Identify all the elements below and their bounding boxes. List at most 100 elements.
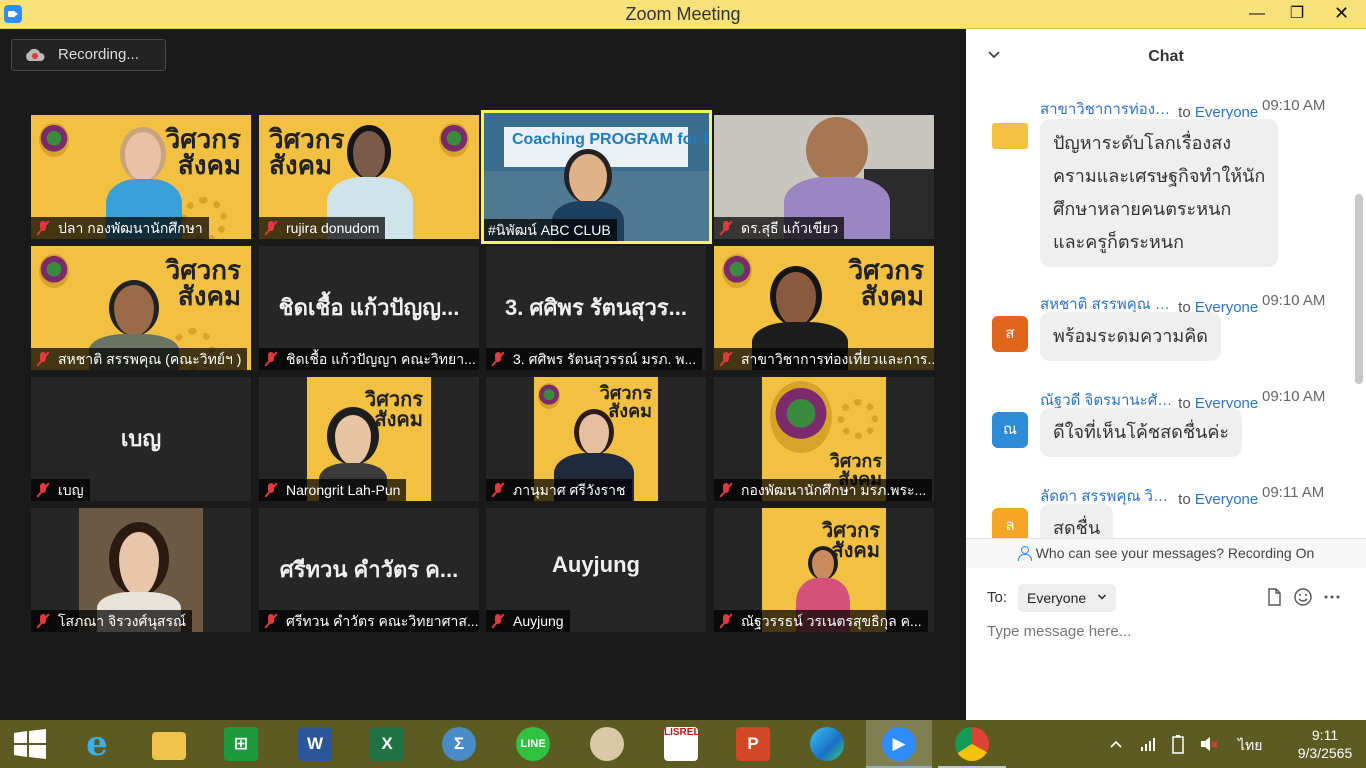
chat-message-list[interactable]: สาขาวิชาการท่องเที่ย... to Everyone 09:1…	[966, 85, 1366, 538]
video-tile[interactable]: ดร.สุธี แก้วเขียว	[714, 115, 934, 239]
video-tile[interactable]: วิศวกร สังคม สหชาติ สรรพคุณ (คณะวิทย์ฯ )	[31, 246, 251, 370]
video-tile[interactable]: เบญ เบญ	[31, 377, 251, 501]
clock-time: 9:11	[1311, 727, 1339, 743]
message-bubble: สดชื่น	[1040, 504, 1114, 538]
maximize-button[interactable]: ❐	[1277, 0, 1317, 29]
line-app[interactable]: LINE	[502, 720, 562, 768]
participant-name: Auyjung	[486, 610, 570, 632]
message-time: 09:10 AM	[1262, 292, 1326, 309]
chevron-down-icon	[1098, 594, 1107, 600]
mic-muted-icon	[718, 482, 734, 498]
participant-name: สหชาติ สรรพคุณ (คณะวิทย์ฯ )	[31, 348, 248, 370]
chevron-up-icon[interactable]	[1110, 740, 1122, 748]
mic-muted-icon	[490, 351, 506, 367]
video-tile[interactable]: 3. ศศิพร รัตนสุวร... 3. ศศิพร รัตนสุวรรณ…	[486, 246, 706, 370]
participant-name: rujira donudom	[259, 217, 386, 239]
chat-title: Chat	[1148, 48, 1184, 65]
video-gallery: Recording... วิศวกร สังคม ปลา กองพัฒนานัก…	[0, 29, 966, 720]
participant-name: กองพัฒนานักศึกษา มรภ.พระ...	[714, 479, 933, 501]
store-app[interactable]: ⊞	[210, 720, 270, 768]
powerpoint-app[interactable]: P	[722, 720, 782, 768]
video-tile[interactable]: ชิดเชื้อ แก้วปัญญ... ชิดเชื้อ แก้วปัญญา …	[259, 246, 479, 370]
message-input[interactable]: Type message here...	[987, 623, 1131, 640]
emoji-icon[interactable]	[1293, 587, 1313, 607]
scrollbar-thumb[interactable]	[1355, 194, 1363, 384]
participant-name: ณัฐวรรธน์ วรเนตรสุขธิกุล ค...	[714, 610, 928, 632]
file-icon[interactable]	[1264, 587, 1284, 607]
message-sender: สาขาวิชาการท่องเที่ย...	[1040, 101, 1174, 118]
mic-muted-icon	[35, 482, 51, 498]
participant-name: 3. ศศิพร รัตนสุวรรณ์ มรภ. พ...	[486, 348, 703, 370]
video-tile[interactable]: วิศวกร สังคม ภานุมาศ ศรีวังราช	[486, 377, 706, 501]
chat-header: Chat	[966, 29, 1366, 85]
video-tile[interactable]: วิศวกร สังคม ปลา กองพัฒนานักศึกษา	[31, 115, 251, 239]
recording-indicator[interactable]: Recording...	[11, 39, 166, 71]
tile-banner-text: วิศวกรสังคม	[165, 256, 241, 312]
participant-name: โสภณา จิรวงศ์นุสรณ์	[31, 610, 192, 632]
mic-muted-icon	[263, 613, 279, 629]
cloud-recording-icon	[26, 48, 45, 61]
file-explorer-app[interactable]	[138, 720, 198, 768]
zoom-app[interactable]: ▶	[866, 720, 932, 768]
windows-icon	[14, 729, 46, 759]
math-input-app[interactable]: Σ	[428, 720, 488, 768]
recipient-dropdown[interactable]: Everyone	[1018, 584, 1117, 612]
avatar: ล	[992, 508, 1028, 538]
start-button[interactable]	[0, 720, 60, 768]
video-tile[interactable]: วิศวกร สังคม ณัฐวรรธน์ วรเนตรสุขธิกุล ค..…	[714, 508, 934, 632]
mic-muted-icon	[718, 220, 734, 236]
minimize-button[interactable]: —	[1237, 0, 1277, 29]
mic-muted-icon	[718, 351, 734, 367]
volume-muted-icon[interactable]	[1200, 736, 1218, 752]
message-time: 09:10 AM	[1262, 388, 1326, 405]
participant-display-name: 3. ศศิพร รัตนสุวร...	[505, 295, 687, 320]
zoom-icon: ▶	[882, 727, 916, 761]
chat-scrollbar[interactable]	[1355, 89, 1363, 534]
participant-display-name: เบญ	[120, 426, 162, 451]
word-icon: W	[298, 727, 332, 761]
video-tile[interactable]: วิศวกร สังคม สาขาวิชาการท่องเที่ยวและการ.…	[714, 246, 934, 370]
video-tile[interactable]: Auyjung Auyjung	[486, 508, 706, 632]
chrome-app[interactable]	[938, 720, 1006, 768]
video-tile[interactable]: โสภณา จิรวงศ์นุสรณ์	[31, 508, 251, 632]
internet-explorer-app[interactable]: e	[66, 720, 126, 768]
close-button[interactable]: ✕	[1317, 0, 1366, 29]
system-clock[interactable]: 9:11 9/3/2565	[1290, 726, 1360, 762]
avatar	[992, 123, 1028, 149]
input-language[interactable]: ไทย	[1238, 735, 1262, 757]
video-tile[interactable]: วิศวกร สังคม Narongrit Lah-Pun	[259, 377, 479, 501]
recording-label: Recording...	[58, 46, 139, 63]
paint-app[interactable]	[576, 720, 636, 768]
university-logo	[722, 254, 752, 288]
mic-muted-icon	[718, 613, 734, 629]
video-tile[interactable]: ศรีทวน คำวัตร ค... ศรีทวน คำวัตร คณะวิทย…	[259, 508, 479, 632]
lisrel-app[interactable]: LISREL	[650, 720, 710, 768]
participant-name: Narongrit Lah-Pun	[259, 479, 407, 501]
edge-app[interactable]	[796, 720, 856, 768]
more-options-icon[interactable]	[1322, 587, 1342, 607]
university-logo	[770, 381, 832, 453]
shared-slide-text: Coaching PROGRAM for Lecturer	[512, 131, 709, 148]
recording-visibility-notice[interactable]: Who can see your messages? Recording On	[966, 538, 1366, 568]
video-tile[interactable]: วิศวกร สังคม rujira donudom	[259, 115, 479, 239]
mic-muted-icon	[35, 220, 51, 236]
battery-icon[interactable]	[1170, 734, 1186, 754]
message-recipient: Everyone	[1194, 491, 1259, 508]
excel-app[interactable]: X	[356, 720, 416, 768]
participant-name: ชิดเชื้อ แก้วปัญญา คณะวิทยา...	[259, 348, 479, 370]
powerpoint-icon: P	[736, 727, 770, 761]
active-speaker-tile[interactable]: Coaching PROGRAM for Lecturer #นิพัฒน์ A…	[481, 110, 712, 244]
video-tile[interactable]: วิศวกรสังคม กองพัฒนานักศึกษา มรภ.พระ...	[714, 377, 934, 501]
participant-name: ศรีทวน คำวัตร คณะวิทยาศาส...	[259, 610, 479, 632]
store-icon: ⊞	[224, 727, 258, 761]
mic-muted-icon	[263, 482, 279, 498]
mic-muted-icon	[263, 351, 279, 367]
university-logo	[538, 383, 560, 409]
chat-panel: Chat สาขาวิชาการท่องเที่ย... to Everyone…	[966, 29, 1366, 720]
mic-muted-icon	[35, 351, 51, 367]
network-icon[interactable]	[1140, 736, 1156, 752]
university-logo	[39, 123, 69, 157]
word-app[interactable]: W	[284, 720, 344, 768]
to-label: To:	[987, 589, 1008, 606]
participant-name: เบญ	[31, 479, 90, 501]
